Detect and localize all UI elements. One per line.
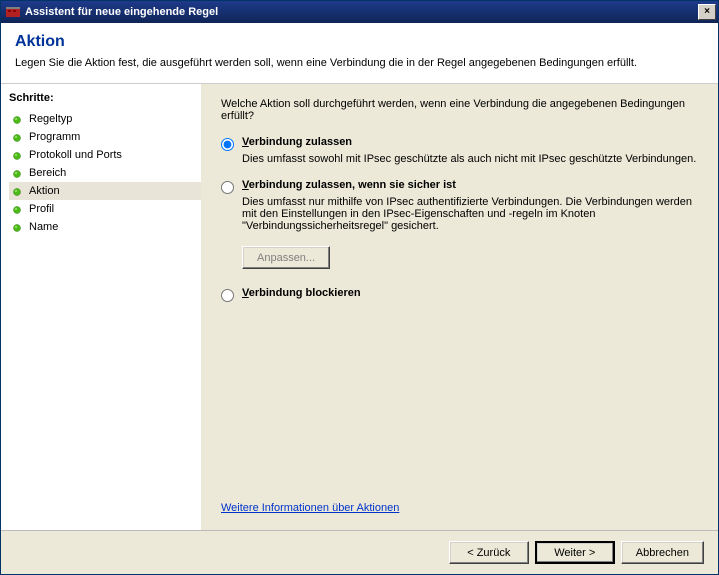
radio-option-allow: Verbindung zulassen <box>221 136 698 151</box>
step-bullet-icon <box>13 205 21 213</box>
sidebar-step[interactable]: Profil <box>9 200 201 218</box>
sidebar-step-label: Name <box>29 221 58 233</box>
page-heading: Aktion <box>15 33 704 51</box>
sidebar-step[interactable]: Programm <box>9 128 201 146</box>
sidebar-step[interactable]: Bereich <box>9 164 201 182</box>
main-panel: Welche Aktion soll durchgeführt werden, … <box>201 84 718 530</box>
sidebar-title: Schritte: <box>9 92 201 104</box>
question-text: Welche Aktion soll durchgeführt werden, … <box>221 98 698 122</box>
sidebar-step-label: Profil <box>29 203 54 215</box>
radio-allow[interactable] <box>221 138 234 151</box>
step-bullet-icon <box>13 169 21 177</box>
app-icon <box>5 4 21 20</box>
radio-desc-allow_secure: Dies umfasst nur mithilfe von IPsec auth… <box>242 196 698 232</box>
button-bar: < Zurück Weiter > Abbrechen <box>1 530 718 574</box>
page-description: Legen Sie die Aktion fest, die ausgeführ… <box>15 57 704 69</box>
window-title: Assistent für neue eingehende Regel <box>25 6 698 18</box>
sidebar-step[interactable]: Regeltyp <box>9 110 201 128</box>
step-bullet-icon <box>13 133 21 141</box>
next-button[interactable]: Weiter > <box>535 541 615 564</box>
header: Aktion Legen Sie die Aktion fest, die au… <box>1 23 718 84</box>
close-button[interactable]: × <box>698 4 716 20</box>
sidebar-step-label: Aktion <box>29 185 60 197</box>
sidebar-step[interactable]: Protokoll und Ports <box>9 146 201 164</box>
sidebar: Schritte: Regeltyp Programm Protokoll und … <box>1 84 201 530</box>
sidebar-step-label: Regeltyp <box>29 113 72 125</box>
radio-label-block[interactable]: Verbindung blockieren <box>242 287 361 299</box>
step-bullet-icon <box>13 223 21 231</box>
step-bullet-icon <box>13 115 21 123</box>
sidebar-step[interactable]: Aktion <box>9 182 201 200</box>
sidebar-step-label: Programm <box>29 131 80 143</box>
radio-allow_secure[interactable] <box>221 181 234 194</box>
radio-option-block: Verbindung blockieren <box>221 287 698 302</box>
sidebar-step[interactable]: Name <box>9 218 201 236</box>
sidebar-step-label: Bereich <box>29 167 66 179</box>
sidebar-step-label: Protokoll und Ports <box>29 149 122 161</box>
step-bullet-icon <box>13 187 21 195</box>
radio-desc-allow: Dies umfasst sowohl mit IPsec geschützte… <box>242 153 698 165</box>
help-link[interactable]: Weitere Informationen über Aktionen <box>221 502 698 514</box>
step-bullet-icon <box>13 151 21 159</box>
body: Schritte: Regeltyp Programm Protokoll und … <box>1 84 718 530</box>
radio-block[interactable] <box>221 289 234 302</box>
titlebar: Assistent für neue eingehende Regel × <box>1 1 718 23</box>
back-button[interactable]: < Zurück <box>449 541 529 564</box>
cancel-button[interactable]: Abbrechen <box>621 541 704 564</box>
radio-label-allow[interactable]: Verbindung zulassen <box>242 136 352 148</box>
wizard-window: Assistent für neue eingehende Regel × Ak… <box>0 0 719 575</box>
radio-option-allow_secure: Verbindung zulassen, wenn sie sicher ist <box>221 179 698 194</box>
customize-button: Anpassen... <box>242 246 330 269</box>
radio-label-allow_secure[interactable]: Verbindung zulassen, wenn sie sicher ist <box>242 179 456 191</box>
